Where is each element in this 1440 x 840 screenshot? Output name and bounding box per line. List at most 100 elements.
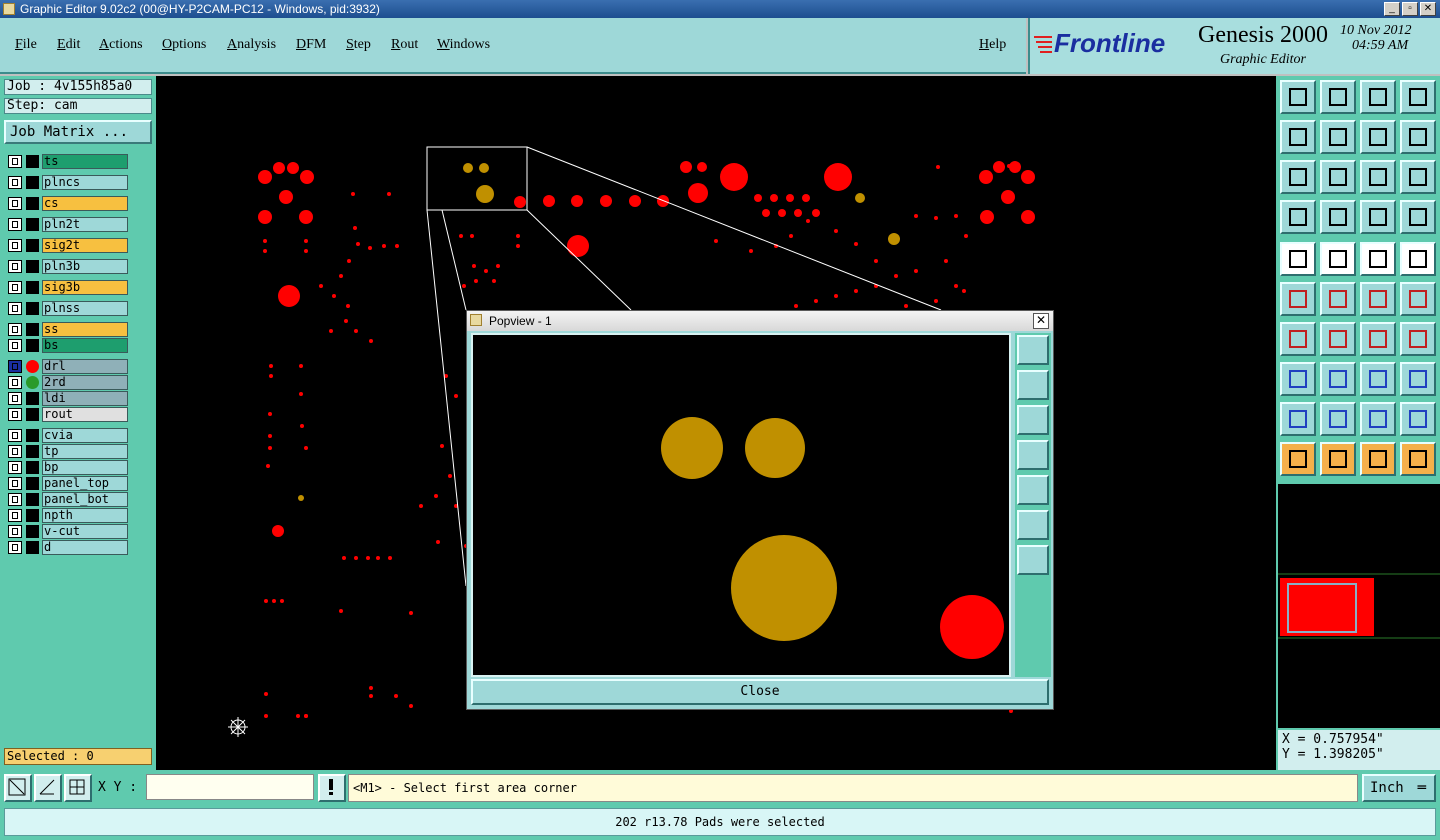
layer-row-ts[interactable]: ts: [6, 154, 128, 169]
layer-row-v-cut[interactable]: v-cut: [6, 524, 128, 539]
line-icon[interactable]: [1320, 242, 1356, 276]
layer-checkbox[interactable]: [8, 239, 22, 252]
popview-zoom-icon[interactable]: [1017, 335, 1049, 365]
menu-help[interactable]: Help: [979, 37, 1006, 53]
fit-icon[interactable]: [1280, 160, 1316, 194]
maximize-icon[interactable]: ▫: [1402, 2, 1418, 16]
pan-left-icon[interactable]: [1280, 120, 1316, 154]
layer-name[interactable]: sig2t: [42, 238, 128, 253]
layer-row-npth[interactable]: npth: [6, 508, 128, 523]
polyline-icon[interactable]: [1320, 402, 1356, 436]
xy-input[interactable]: [146, 774, 314, 800]
rotate-icon[interactable]: [1360, 322, 1396, 356]
array-icon[interactable]: [1400, 362, 1436, 396]
layer-checkbox[interactable]: [8, 302, 22, 315]
grid-icon[interactable]: [64, 774, 92, 802]
undo-icon[interactable]: [1360, 120, 1396, 154]
layer-row-bp[interactable]: bp: [6, 460, 128, 475]
layer-name[interactable]: rout: [42, 407, 128, 422]
split-icon[interactable]: [1320, 362, 1356, 396]
layer-checkbox[interactable]: [8, 260, 22, 273]
layer-row-panel_bot[interactable]: panel_bot: [6, 492, 128, 507]
measure-icon[interactable]: [34, 774, 62, 802]
layer-name[interactable]: pln3b: [42, 259, 128, 274]
layer-name[interactable]: bs: [42, 338, 128, 353]
zoom-home-icon[interactable]: [1280, 80, 1316, 114]
layer-name[interactable]: sig3b: [42, 280, 128, 295]
job-matrix-button[interactable]: Job Matrix ...: [4, 120, 152, 144]
layer-checkbox[interactable]: [8, 281, 22, 294]
layer-name[interactable]: d: [42, 540, 128, 555]
select-net-icon[interactable]: [1360, 442, 1396, 476]
layer-row-bs[interactable]: bs: [6, 338, 128, 353]
alert-icon[interactable]: [318, 774, 346, 802]
popview-pan-left-icon[interactable]: [1017, 440, 1049, 470]
layer-row-2rd[interactable]: 2rd: [6, 375, 128, 390]
popview-title-bar[interactable]: Popview - 1 ✕: [467, 311, 1053, 331]
select-area-icon[interactable]: [1320, 442, 1356, 476]
layer-name[interactable]: ts: [42, 154, 128, 169]
layer-checkbox[interactable]: [8, 392, 22, 405]
popview-zoom-out-icon[interactable]: [1017, 545, 1049, 575]
layer-row-pln3b[interactable]: pln3b: [6, 259, 128, 274]
layer-row-sig2t[interactable]: sig2t: [6, 238, 128, 253]
layer-checkbox[interactable]: [8, 155, 22, 168]
layer-checkbox[interactable]: [8, 218, 22, 231]
layer-checkbox[interactable]: [8, 541, 22, 554]
layer-checkbox[interactable]: [8, 339, 22, 352]
layer-name[interactable]: v-cut: [42, 524, 128, 539]
surface-icon[interactable]: [1360, 402, 1396, 436]
menu-actions[interactable]: Actions: [99, 37, 143, 53]
units-select[interactable]: Inch ═: [1362, 774, 1436, 802]
popview-pan-down-icon[interactable]: [1017, 405, 1049, 435]
popview-pan-up-icon[interactable]: [1017, 370, 1049, 400]
snap-icon[interactable]: [4, 774, 32, 802]
layer-stack-icon[interactable]: [1400, 200, 1436, 234]
popview-close-icon[interactable]: ✕: [1033, 313, 1049, 329]
layer-row-drl[interactable]: drl: [6, 359, 128, 374]
select-icon[interactable]: [1280, 442, 1316, 476]
layer-toggle-icon[interactable]: [1360, 200, 1396, 234]
popview-zoom-in-icon[interactable]: [1017, 510, 1049, 540]
close-icon[interactable]: ✕: [1420, 2, 1436, 16]
menu-file[interactable]: File: [15, 37, 37, 53]
layer-row-sig3b[interactable]: sig3b: [6, 280, 128, 295]
layer-name[interactable]: ss: [42, 322, 128, 337]
layer-row-d[interactable]: d: [6, 540, 128, 555]
layer-name[interactable]: npth: [42, 508, 128, 523]
layer-row-cs[interactable]: cs: [6, 196, 128, 211]
home-icon[interactable]: [1360, 80, 1396, 114]
cross-icon[interactable]: [1320, 282, 1356, 316]
layer-name[interactable]: cs: [42, 196, 128, 211]
layer-row-tp[interactable]: tp: [6, 444, 128, 459]
layer-row-ldi[interactable]: ldi: [6, 391, 128, 406]
layer-name[interactable]: plnss: [42, 301, 128, 316]
grid-icon[interactable]: [1320, 200, 1356, 234]
ruler-icon[interactable]: [1360, 242, 1396, 276]
layer-row-panel_top[interactable]: panel_top: [6, 476, 128, 491]
popview-window[interactable]: Popview - 1 ✕ Close: [466, 310, 1054, 710]
menu-step[interactable]: Step: [346, 37, 371, 53]
overview-map[interactable]: [1278, 484, 1440, 728]
layer-checkbox[interactable]: [8, 525, 22, 538]
layer-row-rout[interactable]: rout: [6, 407, 128, 422]
popview-pan-right-icon[interactable]: [1017, 475, 1049, 505]
layer-checkbox[interactable]: [8, 376, 22, 389]
pan-right-icon[interactable]: [1320, 120, 1356, 154]
layer-row-plnss[interactable]: plnss: [6, 301, 128, 316]
slope-icon[interactable]: [1280, 322, 1316, 356]
layer-checkbox[interactable]: [8, 461, 22, 474]
layer-name[interactable]: bp: [42, 460, 128, 475]
move-icon[interactable]: [1360, 282, 1396, 316]
layer-name[interactable]: tp: [42, 444, 128, 459]
menu-options[interactable]: Options: [162, 37, 206, 53]
layer-checkbox[interactable]: [8, 360, 22, 373]
layer-name[interactable]: ldi: [42, 391, 128, 406]
feature-icon[interactable]: [1280, 242, 1316, 276]
dimension-icon[interactable]: [1360, 362, 1396, 396]
popview-canvas[interactable]: [471, 333, 1011, 677]
layer-name[interactable]: pln2t: [42, 217, 128, 232]
zoom-in-icon[interactable]: [1320, 80, 1356, 114]
menu-analysis[interactable]: Analysis: [227, 37, 276, 53]
layer-checkbox[interactable]: [8, 429, 22, 442]
